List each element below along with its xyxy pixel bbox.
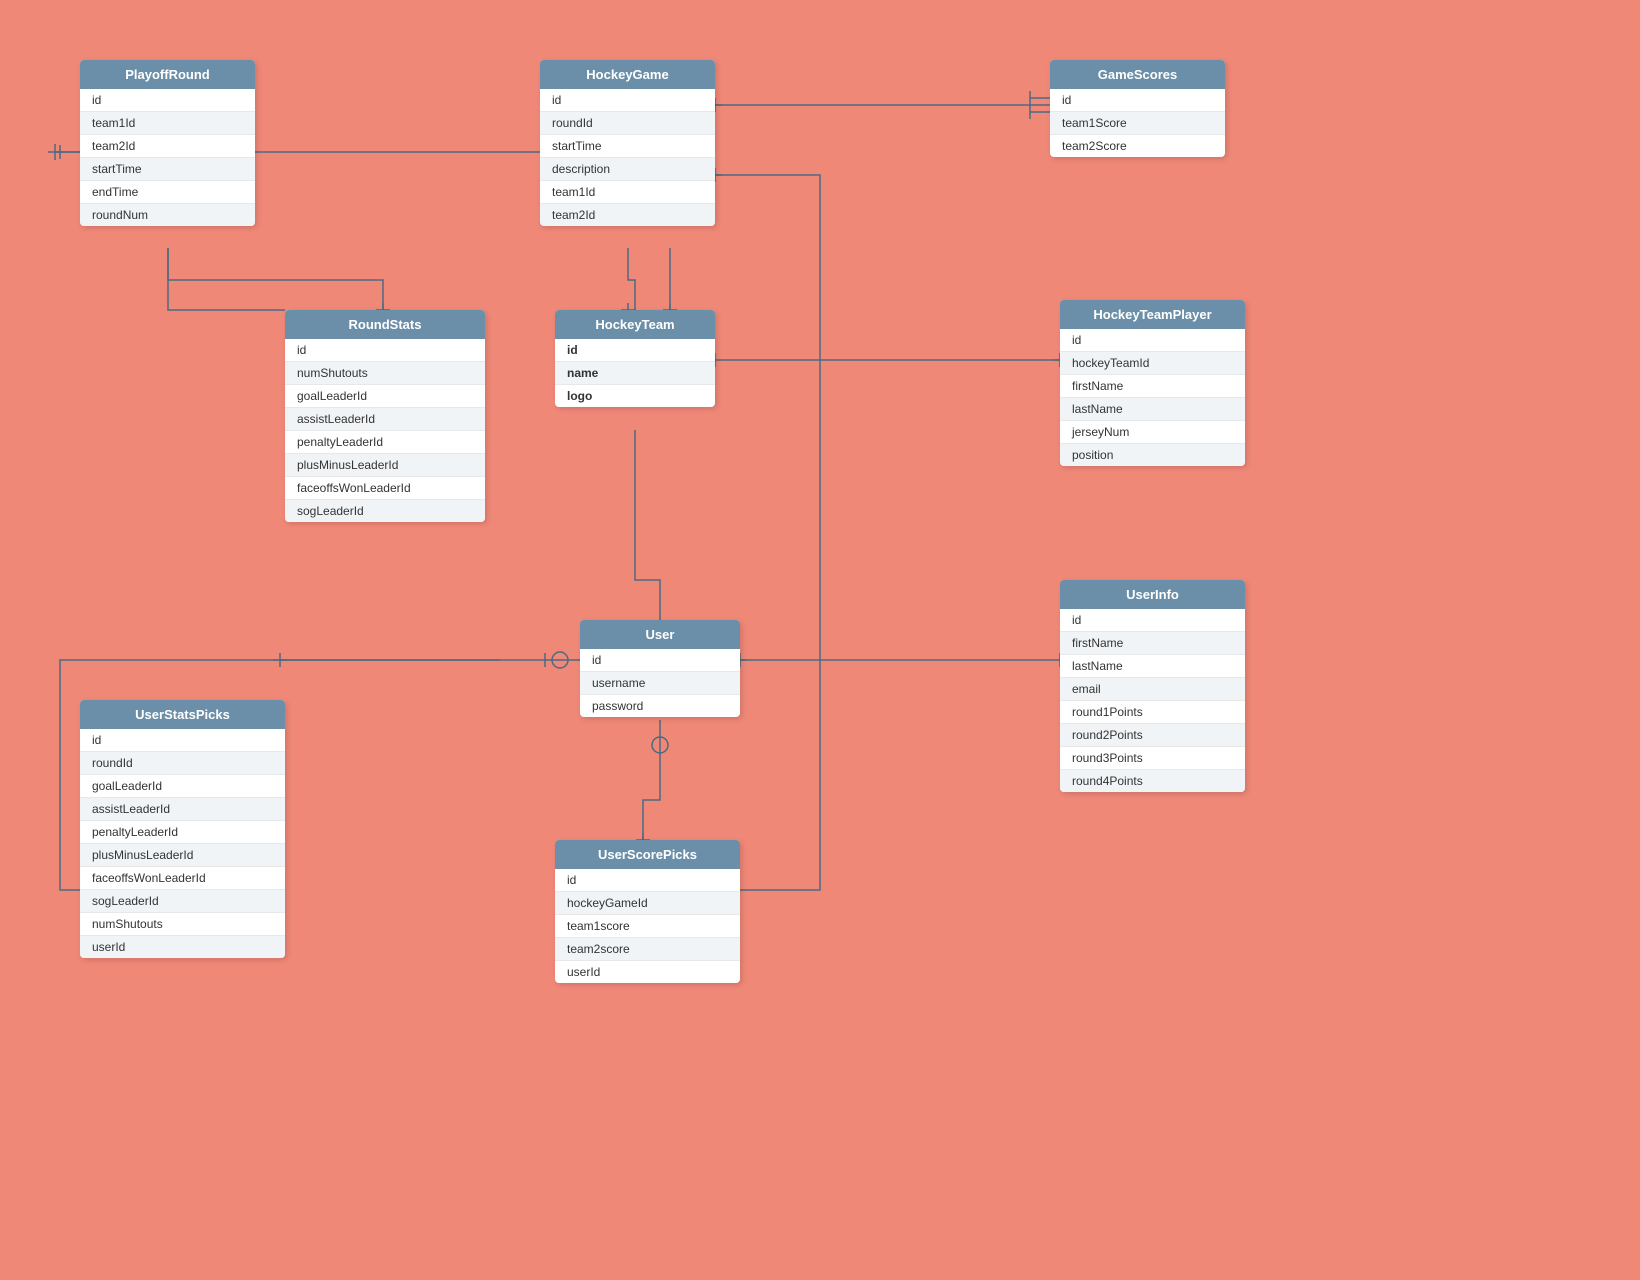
- field-ht-id: id: [555, 339, 715, 362]
- field-htp-jerseynum: jerseyNum: [1060, 421, 1245, 444]
- entity-header-hockey-game: HockeyGame: [540, 60, 715, 89]
- field-rs-penaltyleaderid: penaltyLeaderId: [285, 431, 485, 454]
- entity-user-score-picks: UserScorePicks id hockeyGameId team1scor…: [555, 840, 740, 983]
- field-ht-name: name: [555, 362, 715, 385]
- entity-header-hockey-team-player: HockeyTeamPlayer: [1060, 300, 1245, 329]
- field-u-password: password: [580, 695, 740, 717]
- field-ui-id: id: [1060, 609, 1245, 632]
- field-rs-numshutouts: numShutouts: [285, 362, 485, 385]
- field-hg-team2id: team2Id: [540, 204, 715, 226]
- field-pr-starttime: startTime: [80, 158, 255, 181]
- field-htp-hockeyteamid: hockeyTeamId: [1060, 352, 1245, 375]
- field-usp-penaltyleaderid: penaltyLeaderId: [80, 821, 285, 844]
- field-usp-userid: userId: [80, 936, 285, 958]
- entity-user-stats-picks: UserStatsPicks id roundId goalLeaderId a…: [80, 700, 285, 958]
- field-htp-firstname: firstName: [1060, 375, 1245, 398]
- entity-header-game-scores: GameScores: [1050, 60, 1225, 89]
- field-hg-id: id: [540, 89, 715, 112]
- field-usp-assistleaderid: assistLeaderId: [80, 798, 285, 821]
- field-gs-team1score: team1Score: [1050, 112, 1225, 135]
- field-uscp-team2score: team2score: [555, 938, 740, 961]
- entity-header-user-score-picks: UserScorePicks: [555, 840, 740, 869]
- entity-user-info: UserInfo id firstName lastName email rou…: [1060, 580, 1245, 792]
- field-usp-id: id: [80, 729, 285, 752]
- field-hg-team1id: team1Id: [540, 181, 715, 204]
- field-htp-lastname: lastName: [1060, 398, 1245, 421]
- field-htp-id: id: [1060, 329, 1245, 352]
- entity-round-stats: RoundStats id numShutouts goalLeaderId a…: [285, 310, 485, 522]
- field-rs-assistleaderid: assistLeaderId: [285, 408, 485, 431]
- entity-hockey-team-player: HockeyTeamPlayer id hockeyTeamId firstNa…: [1060, 300, 1245, 466]
- field-ui-round3points: round3Points: [1060, 747, 1245, 770]
- field-ht-logo: logo: [555, 385, 715, 407]
- field-u-username: username: [580, 672, 740, 695]
- field-pr-roundnum: roundNum: [80, 204, 255, 226]
- field-rs-faceoffswonleaderid: faceoffsWonLeaderId: [285, 477, 485, 500]
- field-ui-round4points: round4Points: [1060, 770, 1245, 792]
- field-htp-position: position: [1060, 444, 1245, 466]
- field-gs-id: id: [1050, 89, 1225, 112]
- field-pr-endtime: endTime: [80, 181, 255, 204]
- field-ui-email: email: [1060, 678, 1245, 701]
- field-hg-starttime: startTime: [540, 135, 715, 158]
- field-ui-round2points: round2Points: [1060, 724, 1245, 747]
- entity-header-user: User: [580, 620, 740, 649]
- field-usp-numshutouts: numShutouts: [80, 913, 285, 936]
- field-uscp-hockeygameid: hockeyGameId: [555, 892, 740, 915]
- entity-header-user-info: UserInfo: [1060, 580, 1245, 609]
- field-u-id: id: [580, 649, 740, 672]
- field-uscp-id: id: [555, 869, 740, 892]
- field-rs-sogleaderid: sogLeaderId: [285, 500, 485, 522]
- field-ui-lastname: lastName: [1060, 655, 1245, 678]
- entity-header-user-stats-picks: UserStatsPicks: [80, 700, 285, 729]
- field-hg-description: description: [540, 158, 715, 181]
- entity-user: User id username password: [580, 620, 740, 717]
- field-gs-team2score: team2Score: [1050, 135, 1225, 157]
- field-rs-id: id: [285, 339, 485, 362]
- field-pr-team1id: team1Id: [80, 112, 255, 135]
- field-rs-goalleaderid: goalLeaderId: [285, 385, 485, 408]
- field-ui-round1points: round1Points: [1060, 701, 1245, 724]
- entity-header-hockey-team: HockeyTeam: [555, 310, 715, 339]
- field-usp-sogleaderid: sogLeaderId: [80, 890, 285, 913]
- field-rs-plusminusleaderid: plusMinusLeaderId: [285, 454, 485, 477]
- entity-game-scores: GameScores id team1Score team2Score: [1050, 60, 1225, 157]
- entity-header-round-stats: RoundStats: [285, 310, 485, 339]
- field-usp-plusminusleaderid: plusMinusLeaderId: [80, 844, 285, 867]
- field-usp-goalleaderid: goalLeaderId: [80, 775, 285, 798]
- entity-playoff-round: PlayoffRound id team1Id team2Id startTim…: [80, 60, 255, 226]
- erd-diagram: PlayoffRound id team1Id team2Id startTim…: [0, 0, 1640, 1280]
- field-usp-roundid: roundId: [80, 752, 285, 775]
- field-ui-firstname: firstName: [1060, 632, 1245, 655]
- field-pr-id: id: [80, 89, 255, 112]
- entity-hockey-game: HockeyGame id roundId startTime descript…: [540, 60, 715, 226]
- field-usp-faceoffswonleaderid: faceoffsWonLeaderId: [80, 867, 285, 890]
- entity-hockey-team: HockeyTeam id name logo: [555, 310, 715, 407]
- field-pr-team2id: team2Id: [80, 135, 255, 158]
- field-uscp-team1score: team1score: [555, 915, 740, 938]
- entity-header-playoff-round: PlayoffRound: [80, 60, 255, 89]
- field-hg-roundid: roundId: [540, 112, 715, 135]
- field-uscp-userid: userId: [555, 961, 740, 983]
